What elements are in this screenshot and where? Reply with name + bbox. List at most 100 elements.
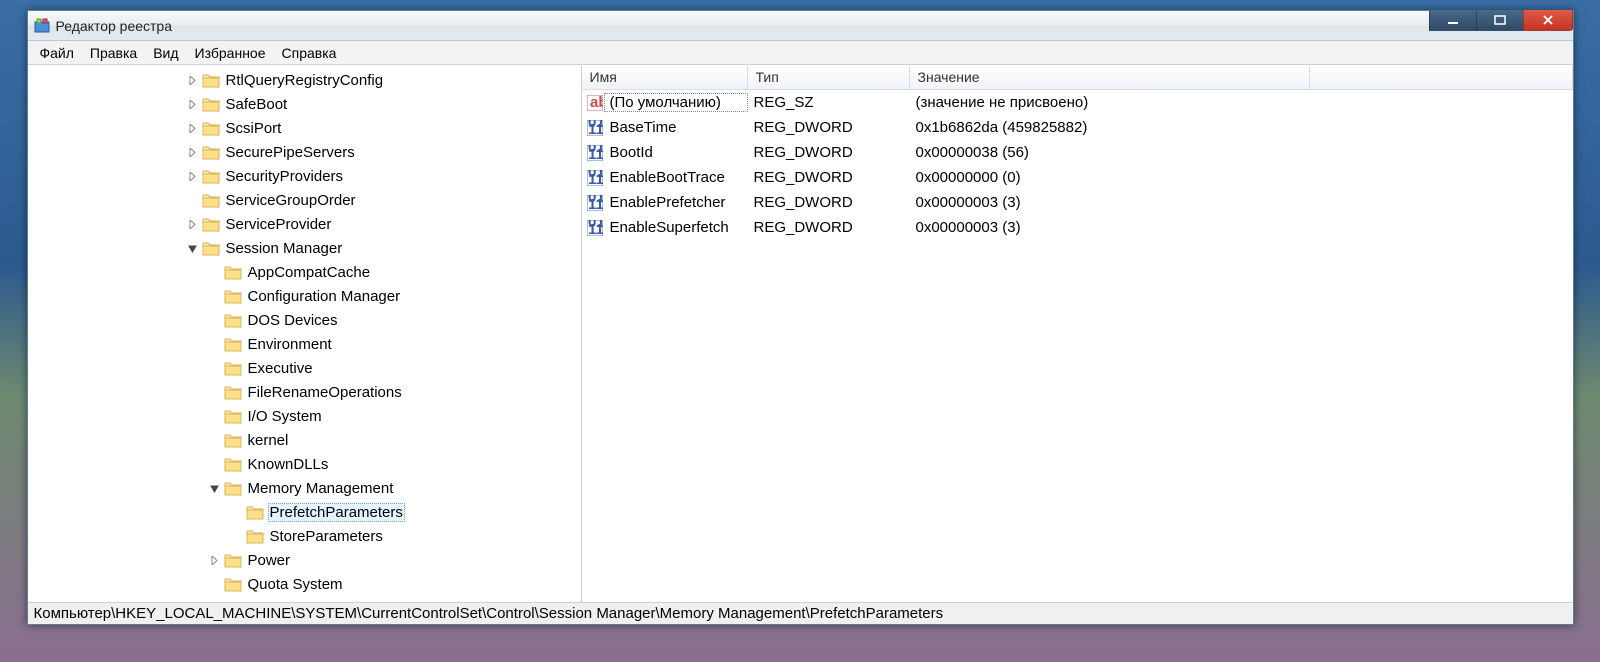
tree-node-label: FileRenameOperations bbox=[246, 384, 404, 401]
menu-file[interactable]: Файл bbox=[32, 43, 82, 63]
folder-icon bbox=[202, 240, 220, 256]
value-list[interactable]: Имя Тип Значение (По умолчанию)REG_SZ(зн… bbox=[582, 66, 1573, 602]
tree-node[interactable]: AppCompatCache bbox=[28, 260, 581, 284]
expander-closed-icon[interactable] bbox=[186, 169, 200, 183]
tree-node[interactable]: Executive bbox=[28, 356, 581, 380]
expander-none bbox=[186, 193, 200, 207]
expander-closed-icon[interactable] bbox=[186, 145, 200, 159]
tree-node[interactable]: Quota System bbox=[28, 572, 581, 596]
tree-node-label: SecurePipeServers bbox=[224, 144, 357, 161]
tree-node[interactable]: KnownDLLs bbox=[28, 452, 581, 476]
tree-node[interactable]: PrefetchParameters bbox=[28, 500, 581, 524]
folder-icon bbox=[202, 144, 220, 160]
tree-node[interactable]: SafeBoot bbox=[28, 92, 581, 116]
folder-icon bbox=[224, 312, 242, 328]
value-type: REG_DWORD bbox=[748, 144, 910, 161]
tree-node[interactable]: Power bbox=[28, 548, 581, 572]
value-name: BootId bbox=[604, 144, 748, 161]
expander-none bbox=[208, 409, 222, 423]
value-name: BaseTime bbox=[604, 119, 748, 136]
tree-node-label: Quota System bbox=[246, 576, 345, 593]
close-button[interactable] bbox=[1523, 10, 1573, 31]
tree-node-label: Environment bbox=[246, 336, 334, 353]
tree-node-label: DOS Devices bbox=[246, 312, 340, 329]
list-row[interactable]: EnableBootTraceREG_DWORD0x00000000 (0) bbox=[582, 165, 1573, 190]
reg-dword-icon bbox=[582, 145, 604, 161]
tree-node[interactable]: ServiceProvider bbox=[28, 212, 581, 236]
expander-none bbox=[208, 313, 222, 327]
menu-edit[interactable]: Правка bbox=[82, 43, 145, 63]
tree-node[interactable]: I/O System bbox=[28, 404, 581, 428]
value-name: EnableBootTrace bbox=[604, 169, 748, 186]
value-data: 0x00000003 (3) bbox=[910, 219, 1573, 236]
list-row[interactable]: EnablePrefetcherREG_DWORD0x00000003 (3) bbox=[582, 190, 1573, 215]
col-header-type[interactable]: Тип bbox=[748, 66, 910, 89]
value-type: REG_DWORD bbox=[748, 219, 910, 236]
col-header-value[interactable]: Значение bbox=[910, 66, 1310, 89]
col-header-spare[interactable] bbox=[1310, 66, 1573, 89]
value-data: 0x00000000 (0) bbox=[910, 169, 1573, 186]
reg-dword-icon bbox=[582, 170, 604, 186]
menu-view[interactable]: Вид bbox=[145, 43, 186, 63]
list-row[interactable]: (По умолчанию)REG_SZ(значение не присвое… bbox=[582, 90, 1573, 115]
expander-closed-icon[interactable] bbox=[208, 553, 222, 567]
expander-closed-icon[interactable] bbox=[186, 121, 200, 135]
tree-node-label: Memory Management bbox=[246, 480, 396, 497]
status-path: Компьютер\HKEY_LOCAL_MACHINE\SYSTEM\Curr… bbox=[34, 605, 944, 622]
regedit-icon bbox=[34, 18, 50, 34]
folder-icon bbox=[202, 216, 220, 232]
window-controls bbox=[1430, 10, 1573, 31]
tree-node[interactable]: StoreParameters bbox=[28, 524, 581, 548]
list-row[interactable]: BootIdREG_DWORD0x00000038 (56) bbox=[582, 140, 1573, 165]
expander-open-icon[interactable] bbox=[208, 481, 222, 495]
registry-tree[interactable]: RtlQueryRegistryConfig SafeBoot ScsiPort Se… bbox=[28, 66, 582, 602]
tree-node-label: ServiceProvider bbox=[224, 216, 334, 233]
tree-node[interactable]: SecurePipeServers bbox=[28, 140, 581, 164]
tree-node[interactable]: ServiceGroupOrder bbox=[28, 188, 581, 212]
col-header-name[interactable]: Имя bbox=[582, 66, 748, 89]
value-data: 0x00000038 (56) bbox=[910, 144, 1573, 161]
tree-node[interactable]: kernel bbox=[28, 428, 581, 452]
expander-none bbox=[208, 289, 222, 303]
expander-closed-icon[interactable] bbox=[186, 97, 200, 111]
folder-icon bbox=[224, 552, 242, 568]
folder-icon bbox=[224, 480, 242, 496]
menu-help[interactable]: Справка bbox=[274, 43, 345, 63]
tree-node-label: I/O System bbox=[246, 408, 324, 425]
list-row[interactable]: BaseTimeREG_DWORD0x1b6862da (459825882) bbox=[582, 115, 1573, 140]
tree-node-label: SecurityProviders bbox=[224, 168, 346, 185]
tree-node-label: ServiceGroupOrder bbox=[224, 192, 358, 209]
folder-icon bbox=[246, 528, 264, 544]
titlebar[interactable]: Редактор реестра bbox=[28, 11, 1573, 41]
folder-icon bbox=[224, 336, 242, 352]
minimize-button[interactable] bbox=[1429, 10, 1477, 31]
tree-node-label: SafeBoot bbox=[224, 96, 290, 113]
window-title: Редактор реестра bbox=[56, 18, 173, 34]
folder-icon bbox=[224, 384, 242, 400]
expander-none bbox=[208, 577, 222, 591]
menu-favorites[interactable]: Избранное bbox=[187, 43, 274, 63]
tree-node[interactable]: Memory Management bbox=[28, 476, 581, 500]
folder-icon bbox=[224, 576, 242, 592]
list-row[interactable]: EnableSuperfetchREG_DWORD0x00000003 (3) bbox=[582, 215, 1573, 240]
maximize-button[interactable] bbox=[1476, 10, 1524, 31]
tree-node[interactable]: Session Manager bbox=[28, 236, 581, 260]
expander-closed-icon[interactable] bbox=[186, 217, 200, 231]
tree-node[interactable]: DOS Devices bbox=[28, 308, 581, 332]
expander-open-icon[interactable] bbox=[186, 241, 200, 255]
reg-dword-icon bbox=[582, 120, 604, 136]
tree-node[interactable]: Configuration Manager bbox=[28, 284, 581, 308]
folder-icon bbox=[224, 288, 242, 304]
regedit-window: Редактор реестра Файл Правка Вид Избранн… bbox=[27, 10, 1574, 625]
tree-node[interactable]: ScsiPort bbox=[28, 116, 581, 140]
expander-none bbox=[208, 385, 222, 399]
expander-none bbox=[208, 457, 222, 471]
tree-node-label: ScsiPort bbox=[224, 120, 284, 137]
expander-closed-icon[interactable] bbox=[186, 73, 200, 87]
tree-node[interactable]: Environment bbox=[28, 332, 581, 356]
folder-icon bbox=[224, 408, 242, 424]
reg-string-icon bbox=[582, 95, 604, 111]
tree-node[interactable]: FileRenameOperations bbox=[28, 380, 581, 404]
tree-node[interactable]: SecurityProviders bbox=[28, 164, 581, 188]
tree-node[interactable]: RtlQueryRegistryConfig bbox=[28, 68, 581, 92]
